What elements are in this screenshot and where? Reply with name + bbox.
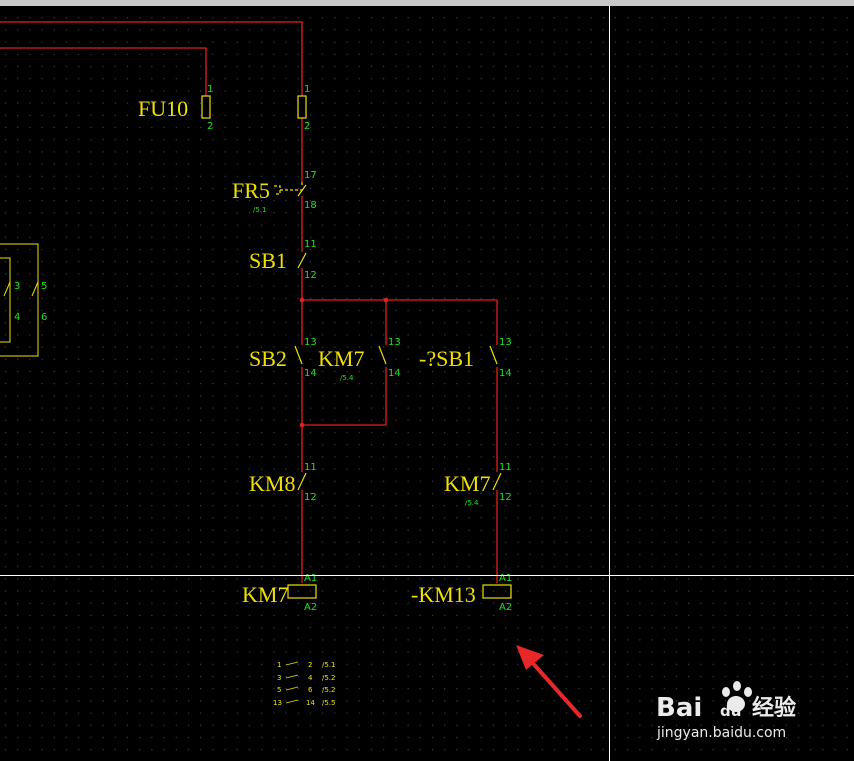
sb1-pin-top: 11 — [304, 239, 317, 250]
top-frame-edge — [0, 0, 854, 6]
watermark-url: jingyan.baidu.com — [656, 725, 786, 741]
km7-nc-pin-top: 11 — [499, 462, 512, 473]
fu10-label: FU10 — [138, 96, 188, 121]
sb2-pin-top: 13 — [304, 337, 317, 348]
xref-ref: /5.5 — [322, 699, 336, 707]
xref-pin-b: 6 — [308, 686, 313, 694]
km7-nc-label: KM7 — [444, 471, 490, 496]
km7-no-pin-bottom: 14 — [388, 368, 401, 379]
fr5-pin-top: 17 — [304, 170, 317, 181]
left-switch-pin: 6 — [41, 312, 47, 323]
schematic-canvas[interactable]: 3 4 5 6 FU10 1 2 1 2 FR5 17 18 /5.1 SB1 … — [0, 0, 854, 761]
left-switch-pin: 4 — [14, 312, 20, 323]
left-switch-pin: 3 — [14, 281, 20, 292]
sb1-no-pin-bottom: 14 — [499, 368, 512, 379]
km7-nc-pin-bottom: 12 — [499, 492, 512, 503]
junction-dot — [299, 422, 305, 428]
xref-pin-a: 1 — [277, 661, 281, 669]
coil-km7-pin-top: A1 — [304, 573, 317, 584]
sb2-pin-bottom: 14 — [304, 368, 317, 379]
left-switch-pin: 5 — [41, 281, 47, 292]
coil-km13-pin-bottom: A2 — [499, 602, 512, 613]
xref-pin-a: 5 — [277, 686, 281, 694]
km8-nc-pin-bottom: 12 — [304, 492, 317, 503]
xref-ref: /5.2 — [322, 686, 336, 694]
km8-nc-label: KM8 — [249, 471, 295, 496]
sb2-label: SB2 — [249, 346, 287, 371]
sb1-no-label: -?SB1 — [419, 346, 474, 371]
sb1-pin-bottom: 12 — [304, 270, 317, 281]
km7-nc-xref: /5.4 — [465, 499, 479, 507]
coil-km7-pin-bottom: A2 — [304, 602, 317, 613]
km8-nc-pin-top: 11 — [304, 462, 317, 473]
watermark-brand-a: Bai — [656, 693, 702, 723]
km7-no-label: KM7 — [318, 346, 364, 371]
grid-dots — [0, 0, 854, 761]
fuse-main-pin-top: 1 — [304, 84, 310, 95]
xref-pin-a: 3 — [277, 674, 281, 682]
fr5-label: FR5 — [232, 178, 270, 203]
fr5-xref: /5.1 — [253, 206, 267, 214]
watermark-brand-b: du — [720, 702, 741, 720]
coil-km13-label: -KM13 — [411, 582, 476, 607]
coil-km7-label: KM7 — [242, 582, 288, 607]
junction-dot — [299, 297, 305, 303]
xref-pin-b: 2 — [308, 661, 312, 669]
xref-ref: /5.2 — [322, 674, 336, 682]
xref-ref: /5.1 — [322, 661, 336, 669]
km7-no-pin-top: 13 — [388, 337, 401, 348]
watermark-brand-c: 经验 — [752, 695, 796, 721]
fu10-pin-top: 1 — [207, 84, 213, 95]
sb1-no-pin-top: 13 — [499, 337, 512, 348]
xref-pin-b: 4 — [308, 674, 313, 682]
fr5-pin-bottom: 18 — [304, 200, 317, 211]
km7-no-xref: /5.4 — [340, 374, 354, 382]
xref-pin-a: 13 — [273, 699, 282, 707]
fuse-main-pin-bottom: 2 — [304, 121, 310, 132]
xref-pin-b: 14 — [306, 699, 315, 707]
junction-dot — [383, 297, 389, 303]
sb1-label: SB1 — [249, 248, 287, 273]
coil-km13-pin-top: A1 — [499, 573, 512, 584]
fu10-pin-bottom: 2 — [207, 121, 213, 132]
